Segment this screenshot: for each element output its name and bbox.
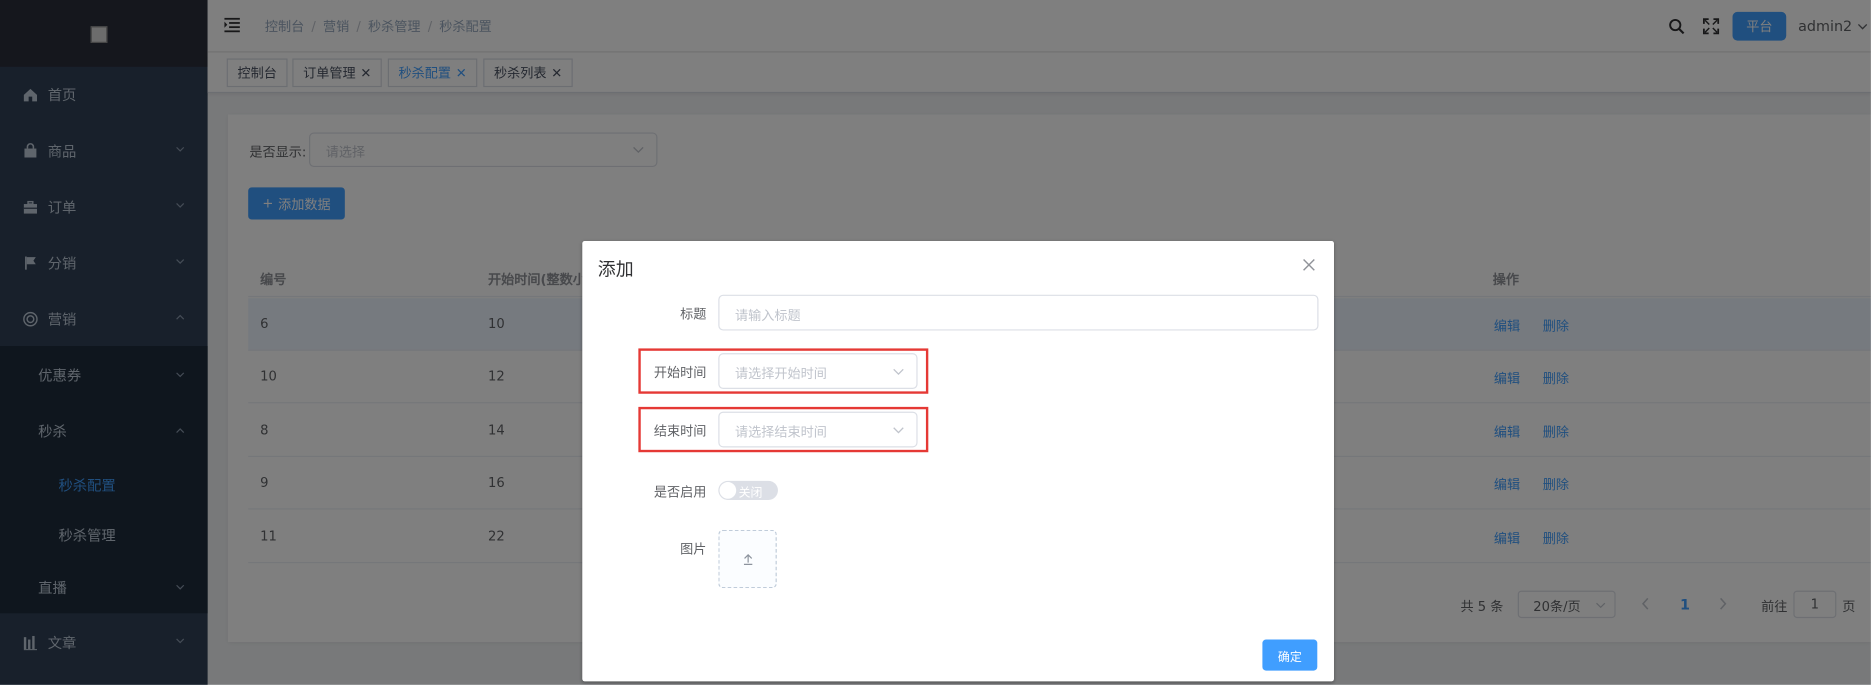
title-label: 标题 [680, 306, 707, 323]
enable-switch[interactable]: 关闭 [718, 480, 778, 500]
enable-label: 是否启用 [653, 484, 707, 500]
switch-off-text: 关闭 [738, 486, 763, 500]
chevron-down-icon [893, 368, 904, 375]
dialog-title: 添加 [597, 258, 634, 281]
image-label: 图片 [680, 541, 707, 558]
title-input[interactable]: 请输入标题 [718, 294, 1319, 331]
start-time-label: 开始时间 [653, 365, 707, 381]
confirm-button[interactable]: 确定 [1262, 639, 1318, 671]
select-placeholder: 请选择开始时间 [735, 366, 827, 382]
input-placeholder: 请输入标题 [735, 307, 801, 324]
upload-icon [743, 553, 752, 565]
image-upload[interactable] [718, 529, 777, 589]
select-placeholder: 请选择结束时间 [735, 424, 827, 441]
chevron-down-icon [893, 427, 904, 434]
start-time-select[interactable]: 请选择开始时间 [718, 353, 918, 389]
switch-knob [719, 482, 737, 499]
close-icon[interactable] [1302, 258, 1316, 272]
end-time-label: 结束时间 [653, 423, 707, 440]
end-time-select[interactable]: 请选择结束时间 [718, 411, 918, 448]
